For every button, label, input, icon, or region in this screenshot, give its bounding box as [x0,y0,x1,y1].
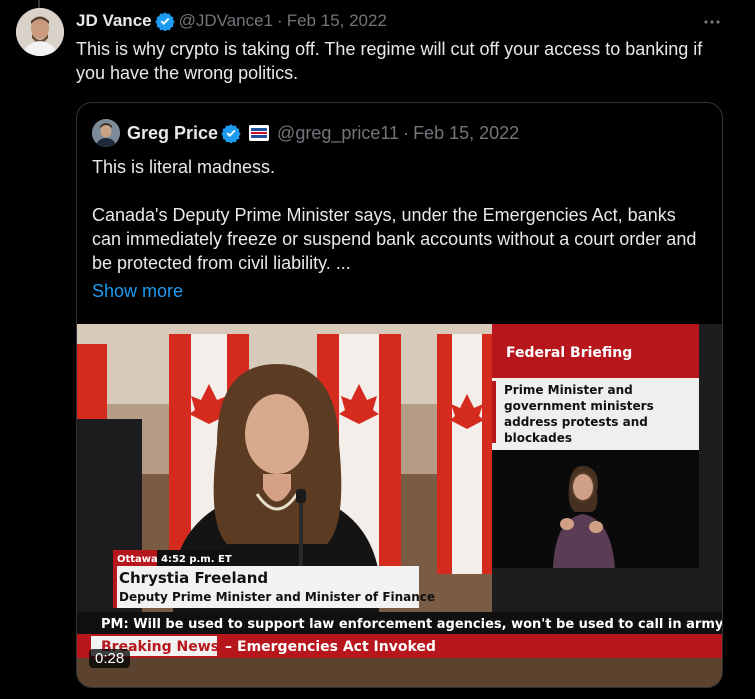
quote-text-line1: This is literal madness. [92,157,276,177]
quote-date[interactable]: Feb 15, 2022 [413,123,519,144]
person-name: Chrystia Freeland [119,569,268,587]
location-text: Ottawa [117,554,158,565]
video-duration: 0:28 [89,649,131,668]
breaking-separator-icon: – [225,639,232,655]
author-name[interactable]: JD Vance [76,11,152,31]
panel-title: Federal Briefing [506,345,632,361]
tweet-date[interactable]: Feb 15, 2022 [287,11,387,31]
quoted-tweet[interactable]: Greg Price @greg_price11 · Feb 15, 2022 [76,102,723,688]
quote-header: Greg Price @greg_price11 · Feb 15, 2022 [127,121,519,145]
ticker-text: PM: Will be used to support law enforcem… [101,617,722,632]
thread-line [38,0,40,8]
video-frame: Federal Briefing Prime Minister and gove… [77,324,722,687]
quote-author-name[interactable]: Greg Price [127,123,218,144]
canada-flag-3 [437,334,492,574]
quote-text: This is literal madness. Canada's Deputy… [92,155,702,275]
more-horizontal-icon[interactable] [700,10,724,34]
time-text: 4:52 p.m. ET [161,554,232,565]
separator: · [277,11,283,30]
breaking-text: Emergencies Act Invoked [237,639,436,655]
tweet-header: JD Vance @JDVance1 · Feb 15, 2022 [76,10,387,32]
quote-author-avatar[interactable] [92,119,120,147]
affiliation-badge-icon [249,125,270,141]
verified-badge-icon [154,11,175,32]
tweet[interactable]: JD Vance @JDVance1 · Feb 15, 2022 This i… [0,0,755,699]
author-avatar[interactable] [16,8,64,56]
panel-headline: Prime Minister and government ministers … [504,383,654,445]
show-more-link[interactable]: Show more [92,281,183,302]
tweet-text: This is why crypto is taking off. The re… [76,39,703,83]
person-title: Deputy Prime Minister and Minister of Fi… [119,590,435,604]
separator: · [403,122,410,143]
verified-badge-icon [221,123,241,144]
author-handle[interactable]: @JDVance1 [179,11,273,31]
video-player[interactable]: Federal Briefing Prime Minister and gove… [77,324,722,687]
quote-text-line2: Canada's Deputy Prime Minister says, und… [92,205,697,273]
quote-author-handle[interactable]: @greg_price11 [277,123,399,144]
